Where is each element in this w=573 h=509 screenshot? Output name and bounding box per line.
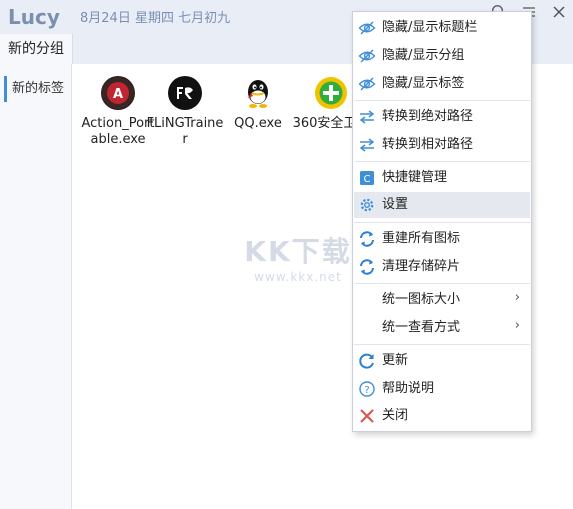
- qq-icon: [241, 76, 275, 110]
- menu-item-toggle-tabs[interactable]: 隐藏/显示标签: [354, 71, 530, 97]
- menu-item-label: 清理存储碎片: [382, 259, 461, 274]
- menu-item-relative-path[interactable]: 转换到相对路径: [354, 132, 530, 158]
- menu-item-unify-icon-size[interactable]: 统一图标大小 ›: [354, 287, 530, 313]
- menu-item-close[interactable]: 关闭: [354, 403, 530, 429]
- menu-separator: [354, 344, 530, 345]
- gear-icon: [358, 196, 376, 214]
- menu-item-label: 更新: [382, 353, 409, 368]
- swap-icon: [358, 108, 376, 126]
- menu-item-clean-storage[interactable]: 清理存储碎片: [354, 254, 530, 280]
- menu-item-rebuild-icons[interactable]: 重建所有图标: [354, 226, 530, 252]
- menu-item-label: 隐藏/显示标题栏: [382, 20, 478, 35]
- menu-item-label: 隐藏/显示分组: [382, 48, 465, 63]
- refresh-icon: [358, 258, 376, 276]
- eye-icon: [358, 75, 376, 93]
- menu-item-unify-view-mode[interactable]: 统一查看方式 ›: [354, 315, 530, 341]
- eye-icon: [358, 47, 376, 65]
- menu-item-absolute-path[interactable]: 转换到绝对路径: [354, 104, 530, 130]
- menu-item-label: 统一图标大小: [382, 292, 461, 307]
- group-tab[interactable]: 新的分组: [0, 34, 73, 64]
- menu-item-help[interactable]: ? 帮助说明: [354, 376, 530, 402]
- update-icon: [358, 352, 376, 370]
- menu-item-label: 转换到绝对路径: [382, 109, 474, 124]
- menu-item-label: 关闭: [382, 408, 409, 423]
- swap-icon: [358, 136, 376, 154]
- menu-item-label: 重建所有图标: [382, 231, 461, 246]
- menu-item-settings[interactable]: 设置: [354, 192, 530, 218]
- app-title: Lucy: [8, 5, 60, 29]
- help-icon: ?: [358, 380, 376, 398]
- app-item-fling[interactable]: FLiNGTrainer: [145, 76, 225, 148]
- 360-icon: [314, 76, 348, 110]
- menu-item-label: 转换到相对路径: [382, 137, 474, 152]
- eye-icon: [358, 19, 376, 37]
- chevron-right-icon: ›: [514, 318, 520, 333]
- menu-item-update[interactable]: 更新: [354, 348, 530, 374]
- menu-separator: [354, 222, 530, 223]
- menu-item-toggle-groups[interactable]: 隐藏/显示分组: [354, 43, 530, 69]
- sidebar: 新的标签: [0, 64, 72, 509]
- context-menu: 隐藏/显示标题栏 隐藏/显示分组 隐藏/显示标签 转换到绝对路径 转换到相对路径…: [352, 11, 532, 432]
- menu-item-label: 设置: [382, 197, 409, 212]
- close-x-icon: [358, 407, 376, 425]
- shortcut-icon: C: [358, 169, 376, 187]
- action-icon: A: [101, 76, 135, 110]
- app-label: FLiNGTrainer: [146, 116, 224, 147]
- app-item-qq[interactable]: QQ.exe: [218, 76, 298, 132]
- menu-item-shortcut-manager[interactable]: C 快捷键管理: [354, 165, 530, 191]
- refresh-icon: [358, 230, 376, 248]
- svg-text:C: C: [364, 174, 371, 185]
- menu-separator: [354, 161, 530, 162]
- svg-text:?: ?: [364, 385, 369, 396]
- sidebar-tab[interactable]: 新的标签: [4, 76, 68, 102]
- menu-separator: [354, 100, 530, 101]
- chevron-right-icon: ›: [514, 290, 520, 305]
- menu-item-label: 统一查看方式: [382, 320, 461, 335]
- menu-item-label: 隐藏/显示标签: [382, 76, 465, 91]
- menu-item-label: 快捷键管理: [382, 170, 448, 185]
- svg-text:A: A: [113, 87, 123, 102]
- menu-item-toggle-titlebar[interactable]: 隐藏/显示标题栏: [354, 15, 530, 41]
- fling-icon: [168, 76, 202, 110]
- app-label: QQ.exe: [234, 116, 282, 131]
- menu-item-label: 帮助说明: [382, 381, 435, 396]
- close-icon[interactable]: [548, 4, 570, 26]
- date-label: 8月24日 星期四 七月初九: [80, 11, 231, 26]
- menu-separator: [354, 283, 530, 284]
